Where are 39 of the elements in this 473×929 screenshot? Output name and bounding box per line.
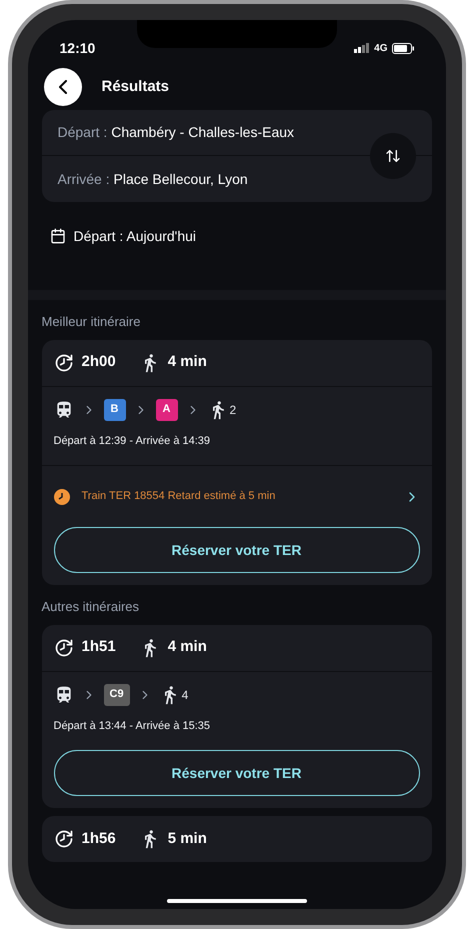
duration-icon [54, 638, 74, 658]
swap-button[interactable] [370, 133, 416, 179]
duration-icon [54, 829, 74, 849]
swap-icon [384, 148, 400, 164]
section-heading: Autres itinéraires [42, 598, 140, 616]
duration: 1h56 [82, 828, 116, 849]
arrival-field[interactable]: Arrivée : Place Bellecour, Lyon [58, 168, 248, 190]
page-title: Résultats [102, 76, 170, 97]
schedule-text: Départ à 13:44 - Arrivée à 15:35 [54, 718, 212, 734]
line-badge: B [104, 398, 126, 420]
signal-icon [354, 43, 370, 53]
line-badge: A [156, 398, 178, 420]
duration: 1h51 [82, 637, 116, 658]
book-button[interactable]: Réserver votre TER [54, 750, 420, 796]
duration: 2h00 [82, 352, 116, 372]
walk-time: 4 min [168, 637, 207, 658]
date-selector[interactable]: Départ : Aujourd'hui [74, 226, 196, 246]
walk-count: 4 [182, 686, 188, 704]
itinerary-card[interactable]: 1h56 5 min [42, 816, 432, 862]
network-label: 4G [374, 42, 388, 56]
itinerary-card[interactable]: 1h51 4 min C9 4 Départ à 13:44 - Arrivée à 15:35 Réserver votre TER [42, 624, 432, 808]
book-button[interactable]: Réserver votre TER [54, 527, 420, 573]
schedule-text: Départ à 12:39 - Arrivée à 14:39 [54, 434, 212, 448]
walk-count: 2 [230, 402, 236, 418]
section-heading: Meilleur itinéraire [42, 313, 142, 331]
walk-time: 4 min [168, 352, 207, 372]
delay-alert[interactable]: Train TER 18554 Retard estimé à 5 min [42, 465, 432, 527]
itinerary-card[interactable]: 2h00 4 min B A 2 Départ à 12:39 - Arrivée à 14:39 Train TER 18554 Retard estimé à 5 min Réserver votre TER [42, 340, 432, 585]
calendar-icon [50, 228, 66, 244]
back-icon [58, 80, 66, 94]
line-badge: C9 [104, 684, 130, 706]
delay-icon [54, 488, 70, 504]
back-button[interactable] [44, 68, 82, 106]
status-time: 12:10 [60, 38, 96, 58]
departure-field[interactable]: Départ : Chambéry - Challes-les-Eaux [58, 122, 294, 143]
walk-time: 5 min [168, 828, 207, 849]
duration-icon [54, 352, 74, 372]
delay-text: Train TER 18554 Retard estimé à 5 min [82, 489, 276, 504]
battery-icon [392, 42, 414, 54]
